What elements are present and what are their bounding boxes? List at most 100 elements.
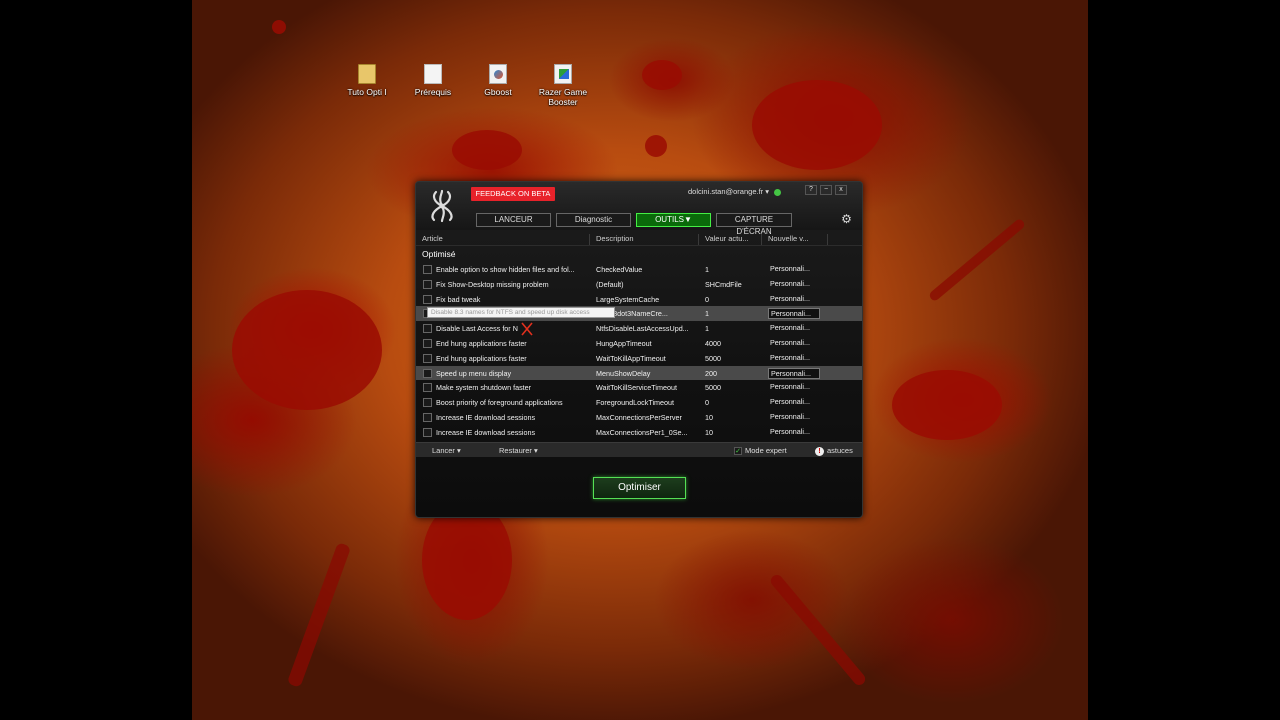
row-checkbox[interactable]	[423, 339, 432, 348]
row-new-value[interactable]: Personnali...	[768, 427, 820, 438]
wallpaper-streak	[927, 217, 1027, 303]
row-article: Speed up menu display	[436, 368, 512, 378]
table-row[interactable]: Increase IE download sessions MaxConnect…	[416, 410, 862, 425]
table-row[interactable]: Increase IE download sessions MaxConnect…	[416, 425, 862, 440]
row-new-value-select[interactable]: Personnali...	[768, 367, 820, 379]
help-button[interactable]: ?	[805, 185, 817, 195]
row-new-value-select[interactable]: Personnali...	[768, 308, 820, 320]
row-checkbox[interactable]	[423, 427, 432, 437]
desktop-icon-gboost[interactable]: Gboost	[465, 64, 531, 97]
row-description: WaitToKillServiceTimeout	[596, 383, 677, 393]
table-row[interactable]: Enable option to show hidden files and f…	[416, 262, 862, 277]
table-row[interactable]: Fix bad tweak LargeSystemCache 0 Personn…	[416, 292, 862, 307]
wallpaper-splat	[422, 500, 512, 620]
row-current-value: 5000	[705, 383, 721, 393]
razer-logo-icon	[431, 189, 453, 223]
table-row[interactable]: Speed up menu display MenuShowDelay 200 …	[416, 365, 862, 381]
checkmark-icon: ✓	[734, 447, 742, 456]
row-current-value: 5000	[705, 353, 721, 363]
row-checkbox[interactable]	[423, 353, 432, 363]
row-checkbox[interactable]	[423, 383, 432, 393]
desktop-icon-label: Razer Game Booster	[538, 87, 588, 107]
wallpaper-splat	[452, 130, 522, 170]
table-row[interactable]: End hung applications faster WaitToKillA…	[416, 351, 862, 366]
online-status-icon	[774, 188, 782, 196]
row-description: HungAppTimeout	[596, 339, 652, 348]
row-checkbox[interactable]	[423, 279, 432, 289]
row-article: Boost priority of foreground application…	[436, 398, 563, 408]
feedback-button[interactable]: FEEDBACK ON BETA	[471, 187, 555, 201]
document-icon	[424, 64, 442, 84]
tab-capture-ecran[interactable]: CAPTURE D'ÉCRAN	[716, 213, 792, 236]
row-new-value[interactable]: Personnali...	[768, 412, 820, 423]
title-bar[interactable]: FEEDBACK ON BETA dolcini.stan@orange.fr …	[416, 182, 862, 236]
row-current-value: 0	[705, 294, 709, 304]
tab-lanceur[interactable]: LANCEUR	[476, 213, 551, 227]
row-checkbox[interactable]	[423, 324, 432, 334]
row-article: Enable option to show hidden files and f…	[436, 265, 575, 274]
column-header-new-value[interactable]: Nouvelle v...	[762, 234, 828, 245]
table-row[interactable]: Boost priority of foreground application…	[416, 395, 862, 410]
tooltip: Disable 8.3 names for NTFS and speed up …	[427, 307, 615, 318]
table-row[interactable]: End hung applications faster HungAppTime…	[416, 336, 862, 351]
row-checkbox[interactable]	[423, 294, 432, 304]
row-current-value: SHCmdFile	[705, 279, 742, 289]
row-current-value: 0	[705, 398, 709, 408]
gear-icon[interactable]: ⚙	[840, 213, 853, 226]
game-booster-window: FEEDBACK ON BETA dolcini.stan@orange.fr …	[415, 181, 863, 518]
tab-outils[interactable]: OUTILS▼	[636, 213, 711, 227]
column-header-current-value[interactable]: Valeur actu...	[699, 234, 762, 245]
tab-diagnostic[interactable]: Diagnostic	[556, 213, 631, 227]
row-new-value[interactable]: Personnali...	[768, 279, 820, 290]
folder-icon	[358, 64, 376, 84]
row-description: WaitToKillAppTimeout	[596, 353, 666, 363]
launch-menu-button[interactable]: Lancer ▾	[432, 446, 461, 455]
optimise-button[interactable]: Optimiser	[593, 477, 686, 499]
row-new-value[interactable]: Personnali...	[768, 294, 820, 305]
expert-mode-label: Mode expert	[745, 446, 787, 455]
desktop-icon-tuto-opti[interactable]: Tuto Opti I	[334, 64, 400, 97]
desktop-icon-razer-game-booster[interactable]: Razer Game Booster	[530, 64, 596, 107]
desktop-icon-label: Tuto Opti I	[347, 87, 387, 97]
row-description: CheckedValue	[596, 265, 643, 274]
minimize-button[interactable]: −	[820, 185, 832, 195]
account-menu[interactable]: dolcini.stan@orange.fr ▾	[688, 187, 782, 196]
row-description: NtfsDisableLastAccessUpd...	[596, 324, 689, 334]
section-title: Optimisé	[422, 249, 456, 259]
wallpaper-splat	[642, 60, 682, 90]
row-new-value[interactable]: Personnali...	[768, 338, 820, 349]
row-article: Fix Show-Desktop missing problem	[436, 279, 549, 289]
expert-mode-toggle[interactable]: ✓ Mode expert	[734, 446, 787, 456]
info-icon: !	[815, 446, 824, 456]
tips-button[interactable]: ! astuces	[815, 446, 853, 456]
row-article: Increase IE download sessions	[436, 413, 536, 422]
row-new-value[interactable]: Personnali...	[768, 382, 820, 393]
wallpaper-splat	[752, 80, 882, 170]
table-row[interactable]: Make system shutdown faster WaitToKillSe…	[416, 380, 862, 395]
row-article: End hung applications faster	[436, 353, 527, 363]
restore-menu-button[interactable]: Restaurer ▾	[499, 446, 538, 455]
bottom-toolbar: Lancer ▾ Restaurer ▾ ✓ Mode expert ! astuc…	[416, 442, 862, 457]
row-checkbox[interactable]	[423, 398, 432, 408]
column-header-description[interactable]: Description	[590, 234, 699, 245]
row-new-value[interactable]: Personnali...	[768, 264, 820, 275]
table-row[interactable]: Disable Last Access for N NtfsDisableLas…	[416, 321, 862, 336]
row-article: Increase IE download sessions	[436, 427, 536, 437]
row-new-value[interactable]: Personnali...	[768, 353, 820, 364]
close-button[interactable]: x	[835, 185, 847, 195]
row-description: MenuShowDelay	[596, 368, 651, 378]
table-row[interactable]: Fix Show-Desktop missing problem (Defaul…	[416, 277, 862, 292]
desktop-icon-prerequis[interactable]: Prérequis	[400, 64, 466, 97]
row-new-value[interactable]: Personnali...	[768, 397, 820, 408]
wallpaper-streak	[286, 542, 352, 688]
row-current-value: 1	[705, 309, 709, 319]
row-new-value[interactable]: Personnali...	[768, 323, 820, 334]
column-header-article[interactable]: Article	[416, 234, 590, 245]
row-checkbox[interactable]	[423, 265, 432, 274]
row-description: (Default)	[596, 279, 624, 289]
row-current-value: 10	[705, 427, 713, 437]
row-checkbox[interactable]	[423, 368, 432, 378]
row-article: End hung applications faster	[436, 339, 527, 348]
row-current-value: 1	[705, 324, 709, 334]
row-checkbox[interactable]	[423, 413, 432, 422]
